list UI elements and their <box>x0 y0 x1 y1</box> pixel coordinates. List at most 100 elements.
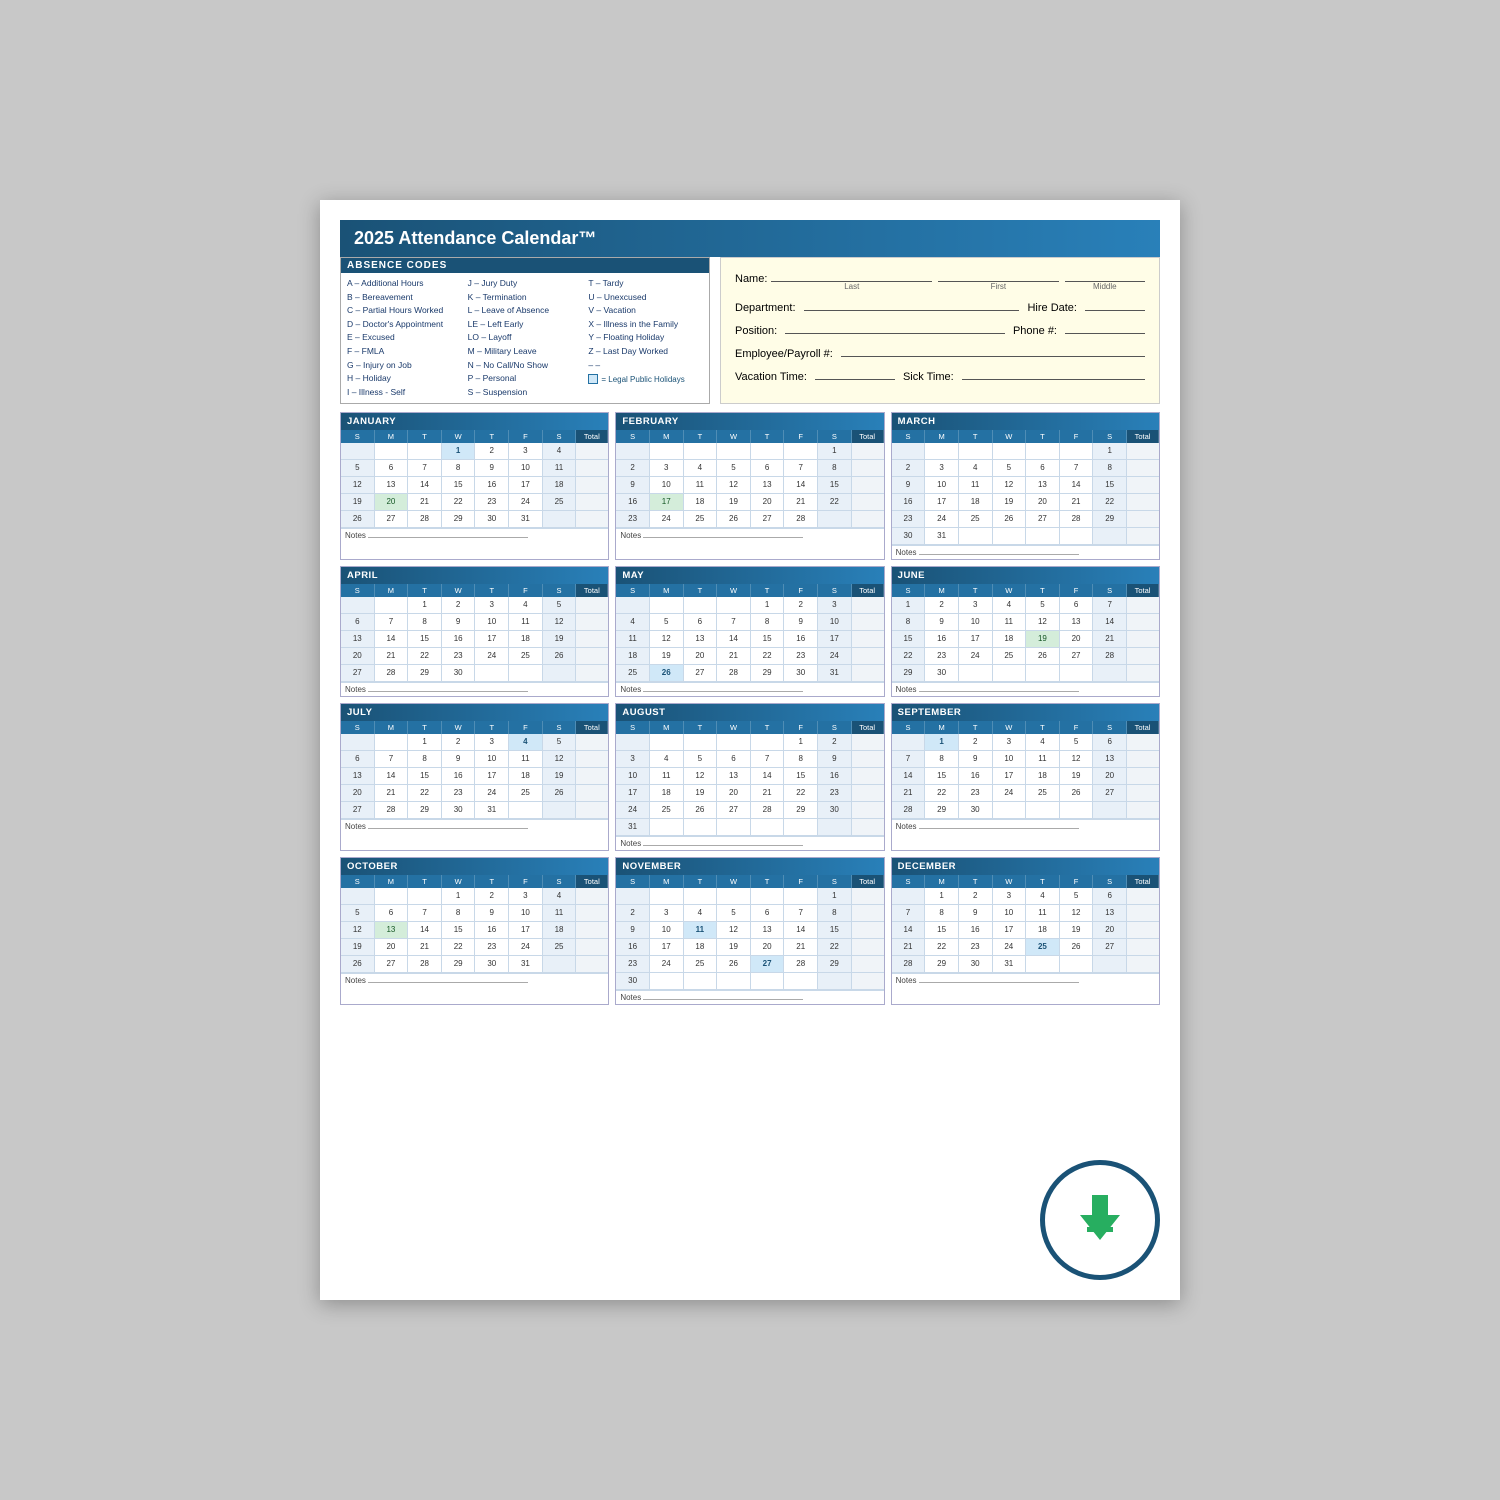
calendar-cell: 4 <box>509 597 543 613</box>
calendar-cell <box>375 443 409 459</box>
calendar-cell: 20 <box>341 785 375 801</box>
calendar-day-headers: SMTWTFSTotal <box>341 584 608 597</box>
calendar-cell: 9 <box>959 905 993 921</box>
calendar-cell: 9 <box>442 614 476 630</box>
calendar-day-headers: SMTWTFSTotal <box>616 430 883 443</box>
calendar-cell: 29 <box>818 956 852 972</box>
absence-col-3: T – Tardy U – Unexcused V – Vacation X –… <box>588 277 703 399</box>
calendar-cell: 8 <box>442 460 476 476</box>
calendar-cell: 10 <box>925 477 959 493</box>
calendar-cell: 11 <box>509 614 543 630</box>
calendar-cell <box>959 443 993 459</box>
calendar-january: JANUARYSMTWTFSTotal123456789101112131415… <box>340 412 609 560</box>
calendar-cell <box>509 802 543 818</box>
form-fields-panel: Name: Last First Middle <box>720 257 1160 404</box>
calendar-cell: 6 <box>375 905 409 921</box>
calendar-cell: 6 <box>684 614 718 630</box>
calendar-cell: 24 <box>475 785 509 801</box>
calendar-week: 27282930 <box>341 665 608 682</box>
calendar-cell: 28 <box>892 956 926 972</box>
calendar-cell: 19 <box>341 494 375 510</box>
calendar-cell: 6 <box>717 751 751 767</box>
calendar-cell <box>1060 956 1094 972</box>
calendar-cell <box>717 973 751 989</box>
calendar-cell: 2 <box>475 443 509 459</box>
calendar-cell: 24 <box>925 511 959 527</box>
calendar-cell: 20 <box>751 494 785 510</box>
calendar-cell <box>1026 956 1060 972</box>
calendar-cell: 10 <box>818 614 852 630</box>
calendar-cell: 6 <box>375 460 409 476</box>
calendar-cell <box>993 665 1027 681</box>
calendar-cell: 4 <box>993 597 1027 613</box>
calendar-cell <box>650 734 684 750</box>
calendar-cell: 27 <box>1093 785 1127 801</box>
calendar-cell: 17 <box>509 922 543 938</box>
calendar-day-headers: SMTWTFSTotal <box>616 875 883 888</box>
calendar-cell: 20 <box>375 494 409 510</box>
calendar-cell: 21 <box>375 785 409 801</box>
calendar-cell: 21 <box>784 939 818 955</box>
calendar-cell: 13 <box>717 768 751 784</box>
calendar-cell <box>1127 905 1159 921</box>
calendar-day-headers: SMTWTFSTotal <box>892 721 1159 734</box>
calendar-cell <box>408 443 442 459</box>
calendar-cell <box>1127 443 1159 459</box>
calendar-cell <box>650 888 684 904</box>
calendar-cell: 12 <box>1060 905 1094 921</box>
calendar-header-august: AUGUST <box>616 704 883 721</box>
calendar-cell <box>1127 956 1159 972</box>
calendar-cell: 5 <box>1060 734 1094 750</box>
calendar-header-february: FEBRUARY <box>616 413 883 430</box>
calendar-cell: 5 <box>543 597 577 613</box>
download-circle[interactable] <box>1040 1160 1160 1280</box>
calendar-cell: 7 <box>892 905 926 921</box>
calendar-cell <box>576 597 608 613</box>
calendar-cell <box>852 460 884 476</box>
calendar-cell: 26 <box>650 665 684 681</box>
absence-col-1: A – Additional Hours B – Bereavement C –… <box>347 277 462 399</box>
calendar-week: 19202122232425 <box>341 494 608 511</box>
calendar-week: 1 <box>892 443 1159 460</box>
calendar-cell <box>852 888 884 904</box>
calendar-cell: 29 <box>892 665 926 681</box>
calendar-may: MAYSMTWTFSTotal1234567891011121314151617… <box>615 566 884 697</box>
calendar-cell: 29 <box>925 802 959 818</box>
calendar-cell: 6 <box>341 614 375 630</box>
calendar-cell <box>576 477 608 493</box>
calendar-cell <box>1127 631 1159 647</box>
calendar-week: 31 <box>616 819 883 836</box>
calendar-cell: 26 <box>717 511 751 527</box>
calendar-cell: 12 <box>543 614 577 630</box>
calendar-cell: 23 <box>616 511 650 527</box>
calendar-cell <box>543 511 577 527</box>
calendar-cell: 19 <box>341 939 375 955</box>
calendar-cell: 29 <box>408 802 442 818</box>
calendar-cell: 7 <box>717 614 751 630</box>
calendar-cell: 9 <box>784 614 818 630</box>
calendar-cell: 12 <box>684 768 718 784</box>
download-overlay[interactable] <box>1040 1160 1160 1280</box>
download-icon[interactable] <box>1065 1185 1135 1255</box>
calendar-cell: 16 <box>616 494 650 510</box>
calendar-cell: 17 <box>993 922 1027 938</box>
calendar-week: 9101112131415 <box>616 477 883 494</box>
calendar-cell: 19 <box>717 494 751 510</box>
calendar-cell <box>852 443 884 459</box>
calendar-cell: 14 <box>408 477 442 493</box>
calendar-cell <box>852 785 884 801</box>
calendar-cell: 4 <box>1026 888 1060 904</box>
calendar-cell <box>1127 528 1159 544</box>
calendar-cell <box>543 956 577 972</box>
calendar-notes: Notes <box>341 973 608 987</box>
calendar-cell <box>959 528 993 544</box>
calendar-cell: 13 <box>341 631 375 647</box>
calendar-cell <box>576 443 608 459</box>
calendar-cell <box>576 956 608 972</box>
calendar-cell <box>852 956 884 972</box>
calendar-cell: 13 <box>1026 477 1060 493</box>
calendar-cell: 3 <box>616 751 650 767</box>
calendar-cell <box>1093 956 1127 972</box>
calendar-cell: 17 <box>650 939 684 955</box>
calendar-cell: 20 <box>1093 922 1127 938</box>
